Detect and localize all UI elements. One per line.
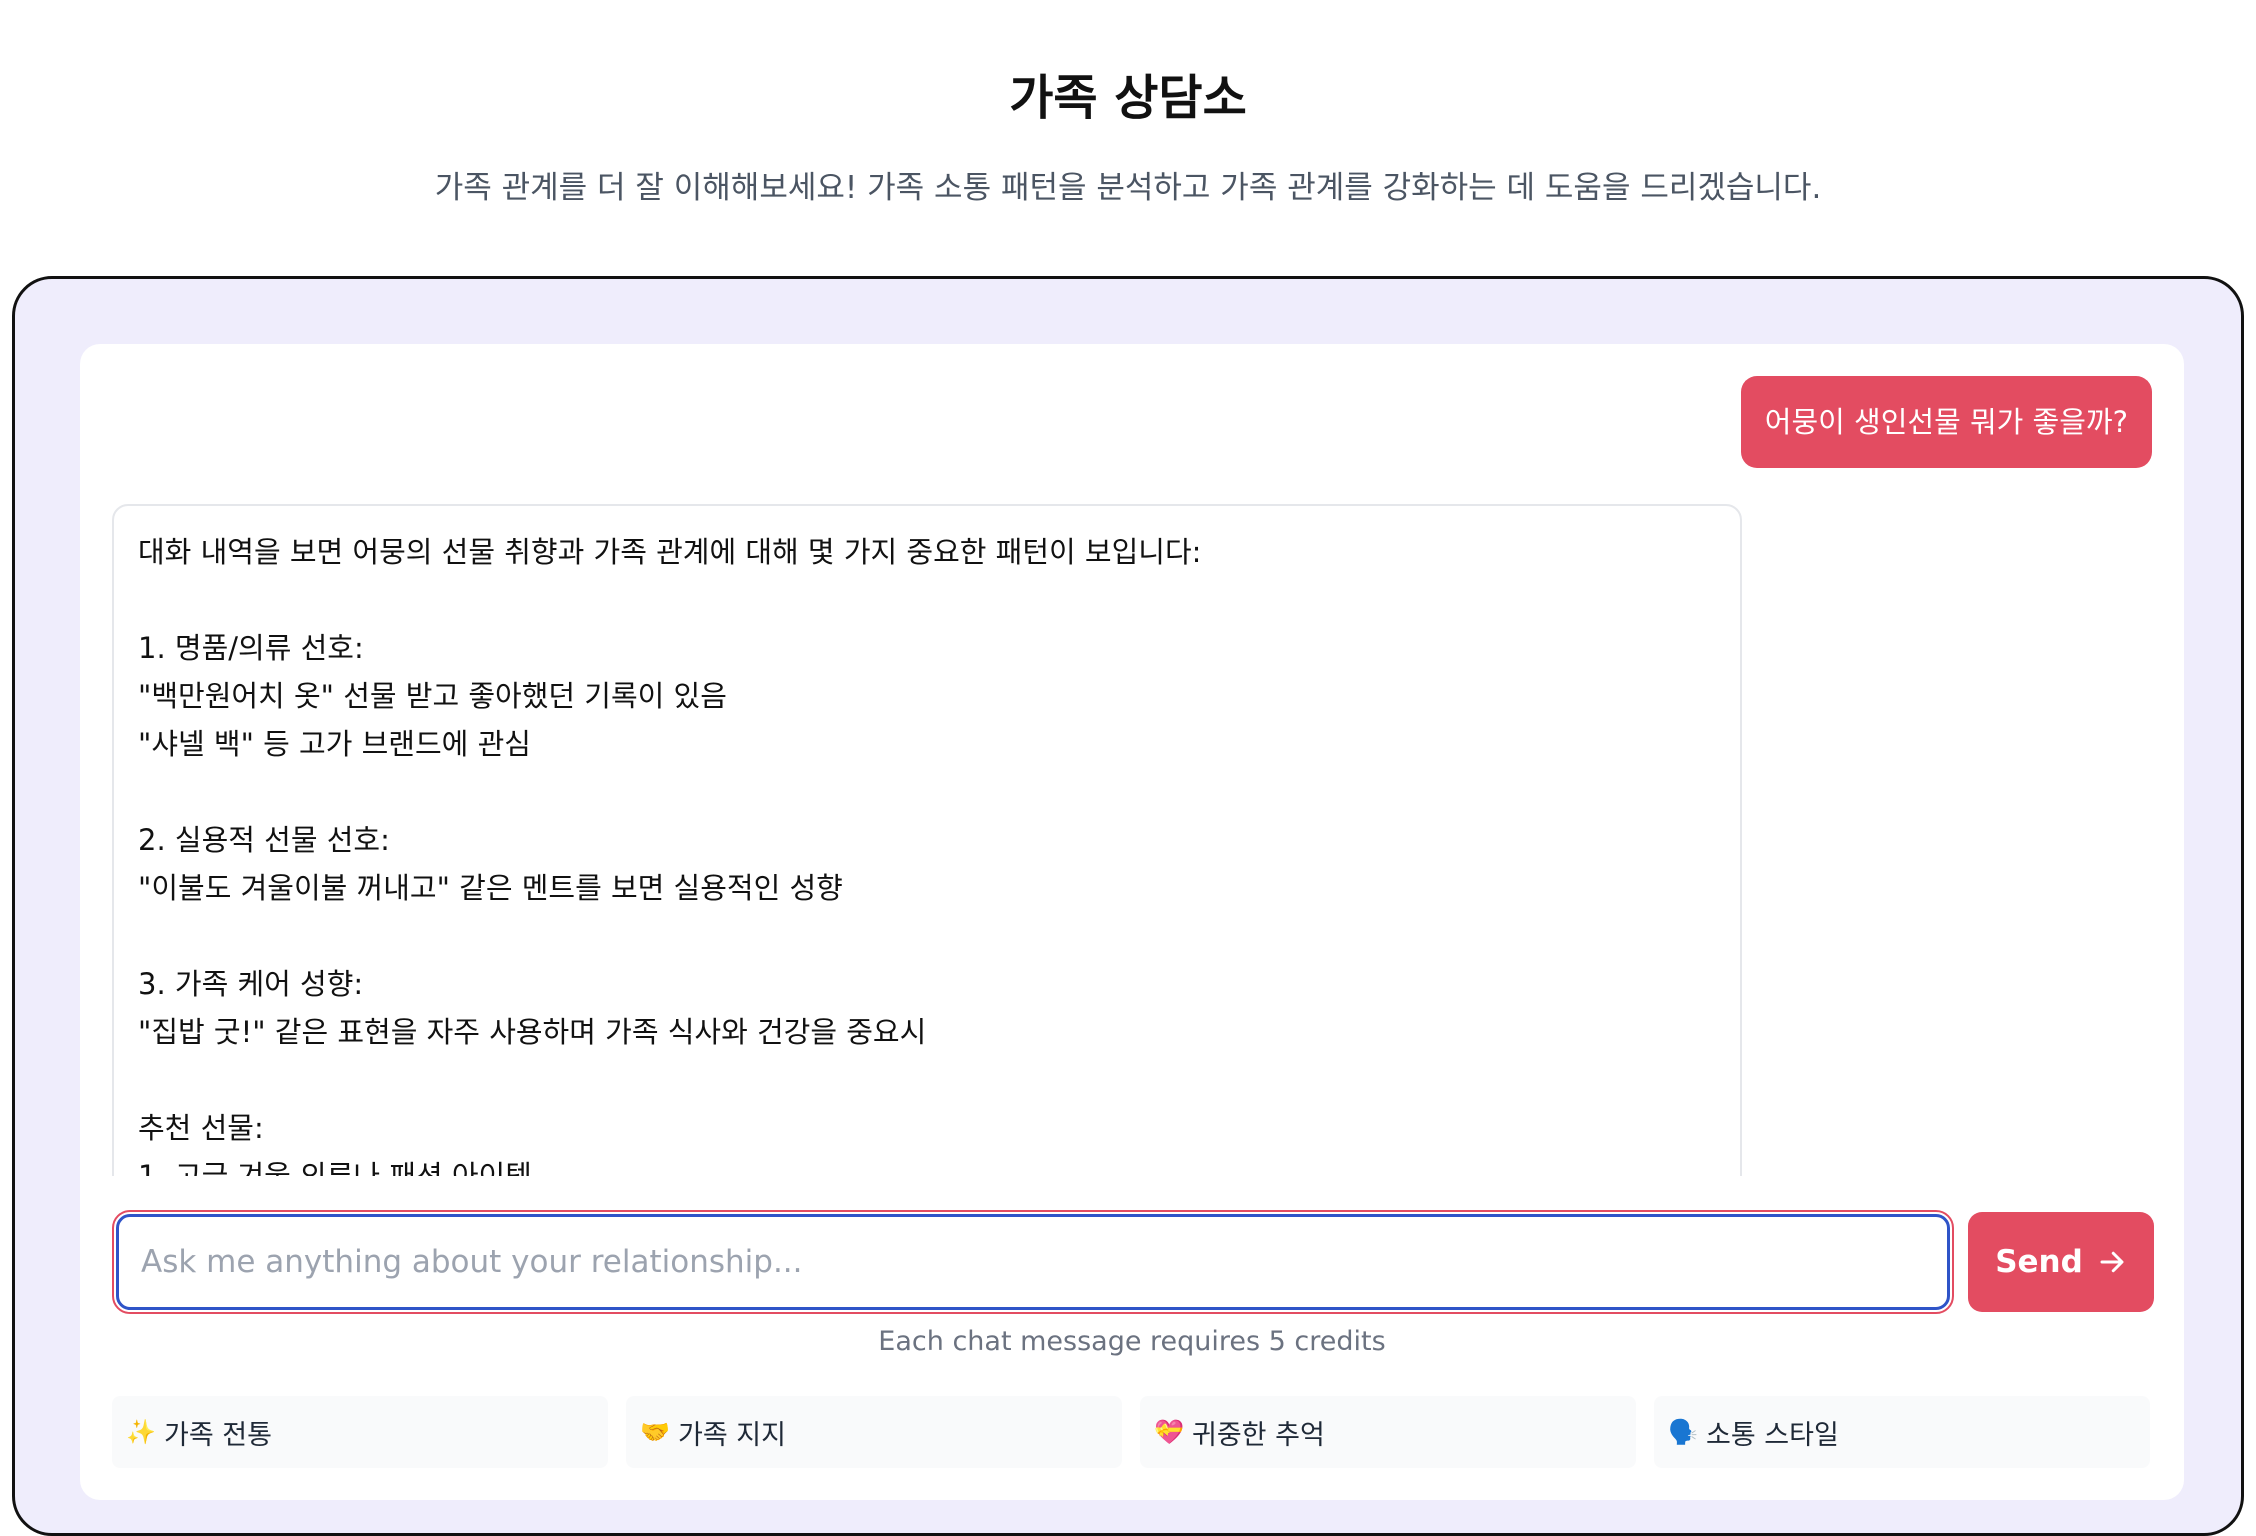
topic-chip-communication-style[interactable]: 🗣️ 소통 스타일 xyxy=(1654,1396,2150,1468)
chat-input-focus-ring xyxy=(112,1210,1954,1314)
topic-chip-family-support[interactable]: 🤝 가족 지지 xyxy=(626,1396,1122,1468)
topic-chip-precious-memories[interactable]: 💝 귀중한 추억 xyxy=(1140,1396,1636,1468)
page-subtitle: 가족 관계를 더 잘 이해해보세요! 가족 소통 패턴을 분석하고 가족 관계를… xyxy=(434,170,1822,206)
sparkles-icon: ✨ xyxy=(126,1418,156,1446)
topic-chip-family-tradition[interactable]: ✨ 가족 전통 xyxy=(112,1396,608,1468)
arrow-right-icon xyxy=(2100,1251,2124,1273)
speaking-head-icon: 🗣️ xyxy=(1668,1418,1698,1446)
chat-input-row: Send xyxy=(112,1210,2154,1314)
topic-chip-label: 귀중한 추억 xyxy=(1192,1419,1325,1451)
message-list[interactable]: 어뭉이 생인선물 뭐가 좋을까? 대화 내역을 보면 어뭉의 선물 취향과 가족… xyxy=(80,344,2184,1176)
assistant-message-bubble: 대화 내역을 보면 어뭉의 선물 취향과 가족 관계에 대해 몇 가지 중요한 … xyxy=(112,504,1742,1176)
send-button-label: Send xyxy=(1995,1244,2083,1280)
credits-note: Each chat message requires 5 credits xyxy=(878,1326,1386,1357)
topic-chip-label: 소통 스타일 xyxy=(1706,1419,1839,1451)
send-button[interactable]: Send xyxy=(1968,1212,2154,1312)
quick-topics: ✨ 가족 전통 🤝 가족 지지 💝 귀중한 추억 🗣️ 소통 스타일 xyxy=(112,1396,2152,1468)
chat-panel: 어뭉이 생인선물 뭐가 좋을까? 대화 내역을 보면 어뭉의 선물 취향과 가족… xyxy=(80,344,2184,1500)
user-message-bubble: 어뭉이 생인선물 뭐가 좋을까? xyxy=(1740,376,2152,468)
heart-gift-icon: 💝 xyxy=(1154,1418,1184,1446)
chat-input[interactable] xyxy=(116,1214,1950,1310)
handshake-icon: 🤝 xyxy=(640,1418,670,1446)
topic-chip-label: 가족 전통 xyxy=(164,1419,272,1451)
topic-chip-label: 가족 지지 xyxy=(678,1419,786,1451)
page-title: 가족 상담소 xyxy=(1009,70,1247,126)
